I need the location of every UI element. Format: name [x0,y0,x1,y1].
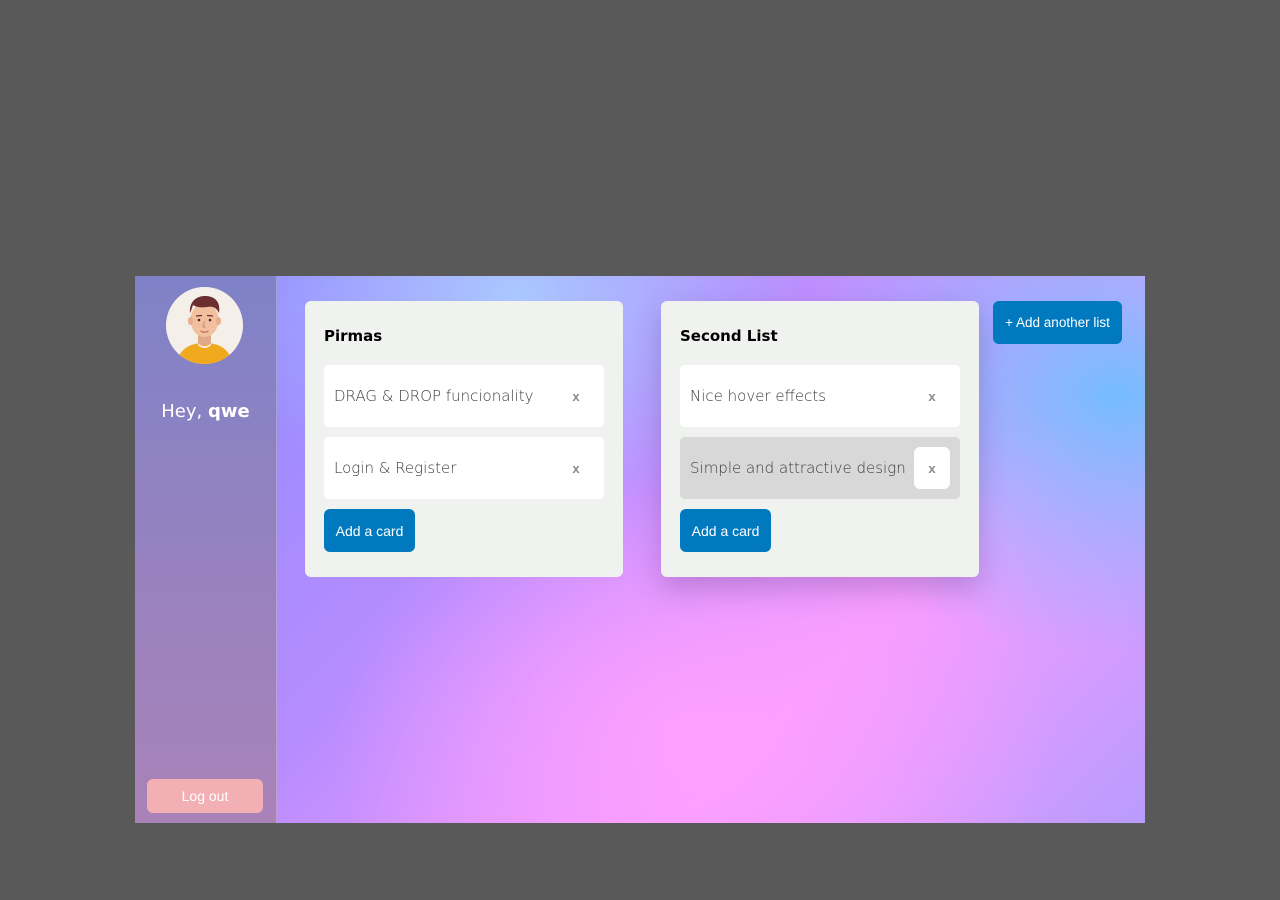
list-title: Pirmas [324,327,383,345]
card[interactable]: DRAG & DROP funcionality x [324,365,604,427]
remove-card-button[interactable]: x [558,375,594,417]
card-hovered[interactable]: Simple and attractive design x [680,437,960,499]
card[interactable]: Login & Register x [324,437,604,499]
add-card-button[interactable]: Add a card [324,509,415,552]
list-title: Second List [680,327,778,345]
list-pirmas: Pirmas DRAG & DROP funcionality x Login … [305,301,623,577]
card-text: Login & Register [334,459,457,477]
card[interactable]: Nice hover effects x [680,365,960,427]
sidebar: Hey, qwe Log out [135,276,277,823]
logout-button[interactable]: Log out [147,779,263,813]
list-second: Second List Nice hover effects x Simple … [661,301,979,577]
remove-card-button[interactable]: x [558,447,594,489]
card-text: Simple and attractive design [690,459,906,477]
remove-card-button[interactable]: x [914,447,950,489]
username: qwe [207,401,250,422]
greeting-prefix: Hey, [161,401,208,422]
card-text: Nice hover effects [690,387,827,405]
add-list-button[interactable]: + Add another list [993,301,1122,344]
remove-card-button[interactable]: x [914,375,950,417]
greeting: Hey, qwe [135,401,276,422]
add-card-button[interactable]: Add a card [680,509,771,552]
board-app: Hey, qwe Log out Pirmas DRAG & DROP func… [135,276,1145,823]
card-text: DRAG & DROP funcionality [334,387,534,405]
man-avatar-icon [166,287,243,364]
